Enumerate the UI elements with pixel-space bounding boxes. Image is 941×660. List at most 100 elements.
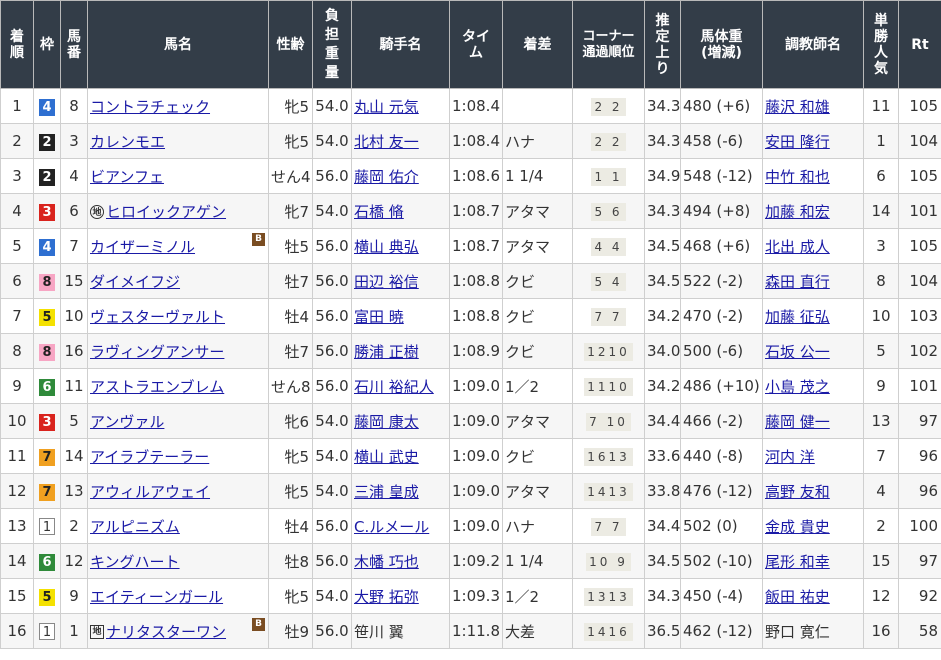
jockey-link[interactable]: 藤岡 康太 bbox=[354, 413, 419, 431]
trainer-link[interactable]: 加藤 和宏 bbox=[765, 203, 830, 221]
jockey-link[interactable]: 藤岡 佑介 bbox=[354, 168, 419, 186]
horse-name-cell: 地ナリタスターワン B bbox=[87, 613, 269, 649]
horse-name-link[interactable]: アルピニズム bbox=[90, 518, 180, 536]
rank-cell: 8 bbox=[0, 333, 34, 369]
jockey-link[interactable]: 大野 拓弥 bbox=[354, 588, 419, 606]
header-popularity: 単勝人気 bbox=[863, 0, 899, 89]
trainer-link[interactable]: 中竹 和也 bbox=[765, 168, 830, 186]
horse-name-link[interactable]: ビアンフェ bbox=[90, 168, 164, 186]
trainer-cell: 加藤 和宏 bbox=[762, 193, 864, 229]
corner-cell: 1 1 bbox=[572, 158, 645, 194]
trainer-link[interactable]: 森田 直行 bbox=[765, 273, 830, 291]
margin-cell: ハナ bbox=[502, 508, 573, 544]
jockey-link[interactable]: 横山 武史 bbox=[354, 448, 419, 466]
local-horse-mark: 地 bbox=[90, 205, 104, 219]
horse-name-link[interactable]: アストラエンブレム bbox=[90, 378, 224, 396]
horse-name-link[interactable]: ナリタスターワン bbox=[106, 623, 226, 641]
header-rt: Rt bbox=[898, 0, 941, 89]
horse-name-link[interactable]: キングハート bbox=[90, 553, 180, 571]
bodyweight-cell: 440 (-8) bbox=[680, 438, 763, 474]
last3f-cell: 34.4 bbox=[644, 403, 681, 439]
trainer-link[interactable]: 小島 茂之 bbox=[765, 378, 830, 396]
jockey-link[interactable]: 横山 典弘 bbox=[354, 238, 419, 256]
rt-cell: 101 bbox=[898, 368, 941, 404]
margin-cell bbox=[502, 88, 573, 124]
horse-name-link[interactable]: アンヴァル bbox=[90, 413, 164, 431]
jockey-cell: 富田 暁 bbox=[351, 298, 450, 334]
rank-cell: 9 bbox=[0, 368, 34, 404]
rank-cell: 13 bbox=[0, 508, 34, 544]
waku-cell: 2 bbox=[33, 123, 61, 159]
trainer-link[interactable]: 石坂 公一 bbox=[765, 343, 830, 361]
bodyweight-cell: 502 (0) bbox=[680, 508, 763, 544]
trainer-link[interactable]: 藤沢 和雄 bbox=[765, 98, 830, 116]
umaban-cell: 9 bbox=[60, 578, 88, 614]
table-row: 5 4 7 カイザーミノル B 牡5 56.0 横山 典弘 1:08.7 アタマ 4 4 34.5 46… bbox=[0, 228, 941, 264]
trainer-cell: 藤沢 和雄 bbox=[762, 88, 864, 124]
trainer-cell: 野口 寛仁 bbox=[762, 613, 864, 649]
sex-age-cell: 牡4 bbox=[268, 508, 313, 544]
jockey-link[interactable]: 三浦 皇成 bbox=[354, 483, 419, 501]
horse-name-link[interactable]: カイザーミノル bbox=[90, 238, 195, 256]
trainer-link[interactable]: 金成 貴史 bbox=[765, 518, 830, 536]
waku-cell: 3 bbox=[33, 403, 61, 439]
header-umaban: 馬番 bbox=[60, 0, 88, 89]
horse-name-link[interactable]: エイティーンガール bbox=[90, 588, 223, 606]
trainer-cell: 飯田 祐史 bbox=[762, 578, 864, 614]
waku-badge: 3 bbox=[39, 413, 55, 431]
horse-name-link[interactable]: ヴェスターヴァルト bbox=[90, 308, 225, 326]
results-body: 1 4 8 コントラチェック 牝5 54.0 丸山 元気 1:08.4 2 2 34.3 480 (… bbox=[0, 88, 941, 649]
jockey-link[interactable]: C.ルメール bbox=[354, 518, 429, 536]
horse-name-link[interactable]: ラヴィングアンサー bbox=[90, 343, 224, 361]
trainer-link[interactable]: 高野 友和 bbox=[765, 483, 830, 501]
weight-cell: 54.0 bbox=[312, 193, 352, 229]
time-cell: 1:08.8 bbox=[449, 298, 503, 334]
trainer-link[interactable]: 尾形 和幸 bbox=[765, 553, 830, 571]
jockey-link[interactable]: 田辺 裕信 bbox=[354, 273, 419, 291]
trainer-link[interactable]: 飯田 祐史 bbox=[765, 588, 830, 606]
horse-name-link[interactable]: ダイメイフジ bbox=[90, 273, 180, 291]
rt-cell: 105 bbox=[898, 88, 941, 124]
corner-positions: 1 1 bbox=[591, 167, 626, 186]
jockey-link[interactable]: 石橋 脩 bbox=[354, 203, 404, 221]
trainer-link[interactable]: 加藤 征弘 bbox=[765, 308, 830, 326]
table-row: 1 4 8 コントラチェック 牝5 54.0 丸山 元気 1:08.4 2 2 34.3 480 (… bbox=[0, 88, 941, 124]
popularity-cell: 8 bbox=[863, 263, 899, 299]
jockey-link[interactable]: 富田 暁 bbox=[354, 308, 404, 326]
trainer-link[interactable]: 北出 成人 bbox=[765, 238, 830, 256]
waku-badge: 5 bbox=[39, 588, 55, 606]
horse-name-link[interactable]: コントラチェック bbox=[90, 98, 210, 116]
header-sex-age: 性齢 bbox=[268, 0, 313, 89]
trainer-link[interactable]: 藤岡 健一 bbox=[765, 413, 830, 431]
horse-name-link[interactable]: アウィルアウェイ bbox=[90, 483, 210, 501]
header-time: タイム bbox=[449, 0, 503, 89]
header-weight: 負担重量 bbox=[312, 0, 352, 89]
bodyweight-cell: 486 (+10) bbox=[680, 368, 763, 404]
header-corner: コーナー通過順位 bbox=[572, 0, 645, 89]
jockey-link[interactable]: 石川 裕紀人 bbox=[354, 378, 434, 396]
last3f-cell: 34.3 bbox=[644, 578, 681, 614]
margin-cell: 1 1/4 bbox=[502, 543, 573, 579]
time-cell: 1:08.6 bbox=[449, 158, 503, 194]
horse-name-cell: カイザーミノル B bbox=[87, 228, 269, 264]
rt-cell: 105 bbox=[898, 158, 941, 194]
waku-cell: 3 bbox=[33, 193, 61, 229]
horse-name-link[interactable]: アイラブテーラー bbox=[90, 448, 209, 466]
jockey-link[interactable]: 北村 友一 bbox=[354, 133, 419, 151]
corner-positions: 5 6 bbox=[591, 202, 626, 221]
weight-cell: 54.0 bbox=[312, 123, 352, 159]
horse-name-link[interactable]: カレンモエ bbox=[90, 133, 165, 151]
jockey-link[interactable]: 勝浦 正樹 bbox=[354, 343, 419, 361]
jockey-link[interactable]: 丸山 元気 bbox=[354, 98, 419, 116]
trainer-cell: 中竹 和也 bbox=[762, 158, 864, 194]
trainer-cell: 加藤 征弘 bbox=[762, 298, 864, 334]
jockey-cell: 大野 拓弥 bbox=[351, 578, 450, 614]
trainer-link[interactable]: 河内 洋 bbox=[765, 448, 815, 466]
trainer-link[interactable]: 安田 隆行 bbox=[765, 133, 830, 151]
horse-name-link[interactable]: ヒロイックアゲン bbox=[106, 203, 226, 221]
time-cell: 1:08.7 bbox=[449, 193, 503, 229]
jockey-cell: 木幡 巧也 bbox=[351, 543, 450, 579]
trainer-cell: 金成 貴史 bbox=[762, 508, 864, 544]
rt-cell: 96 bbox=[898, 438, 941, 474]
jockey-link[interactable]: 木幡 巧也 bbox=[354, 553, 419, 571]
